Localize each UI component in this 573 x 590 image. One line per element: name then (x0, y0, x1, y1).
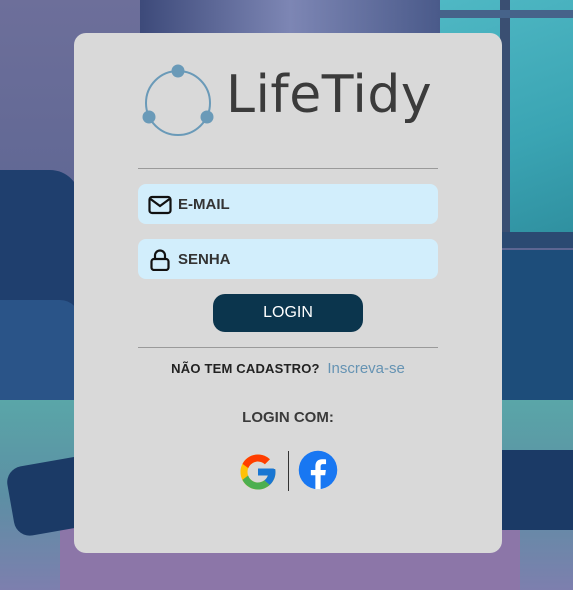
divider (138, 347, 438, 348)
brand-name: LifeTidy (226, 65, 433, 125)
google-icon[interactable] (237, 451, 279, 493)
lock-icon (150, 249, 170, 271)
signup-row: NÃO TEM CADASTRO? Inscreva-se (74, 360, 502, 377)
signup-link[interactable]: Inscreva-se (327, 360, 405, 377)
login-card: LifeTidy LOGIN NÃO TEM CADASTRO? Inscrev… (74, 33, 502, 553)
social-separator (288, 451, 289, 491)
divider (138, 168, 438, 169)
envelope-icon (148, 195, 172, 215)
password-input[interactable] (178, 239, 428, 279)
three-dot-cycle-icon (142, 64, 214, 136)
email-input[interactable] (178, 184, 428, 224)
email-field[interactable] (138, 184, 438, 224)
signup-question: NÃO TEM CADASTRO? (171, 361, 320, 376)
social-login-buttons (237, 449, 341, 493)
brand-logo: LifeTidy (138, 63, 438, 147)
login-button[interactable]: LOGIN (213, 294, 363, 332)
facebook-icon[interactable] (297, 449, 339, 491)
social-login-label: LOGIN COM: (242, 409, 334, 426)
password-field[interactable] (138, 239, 438, 279)
